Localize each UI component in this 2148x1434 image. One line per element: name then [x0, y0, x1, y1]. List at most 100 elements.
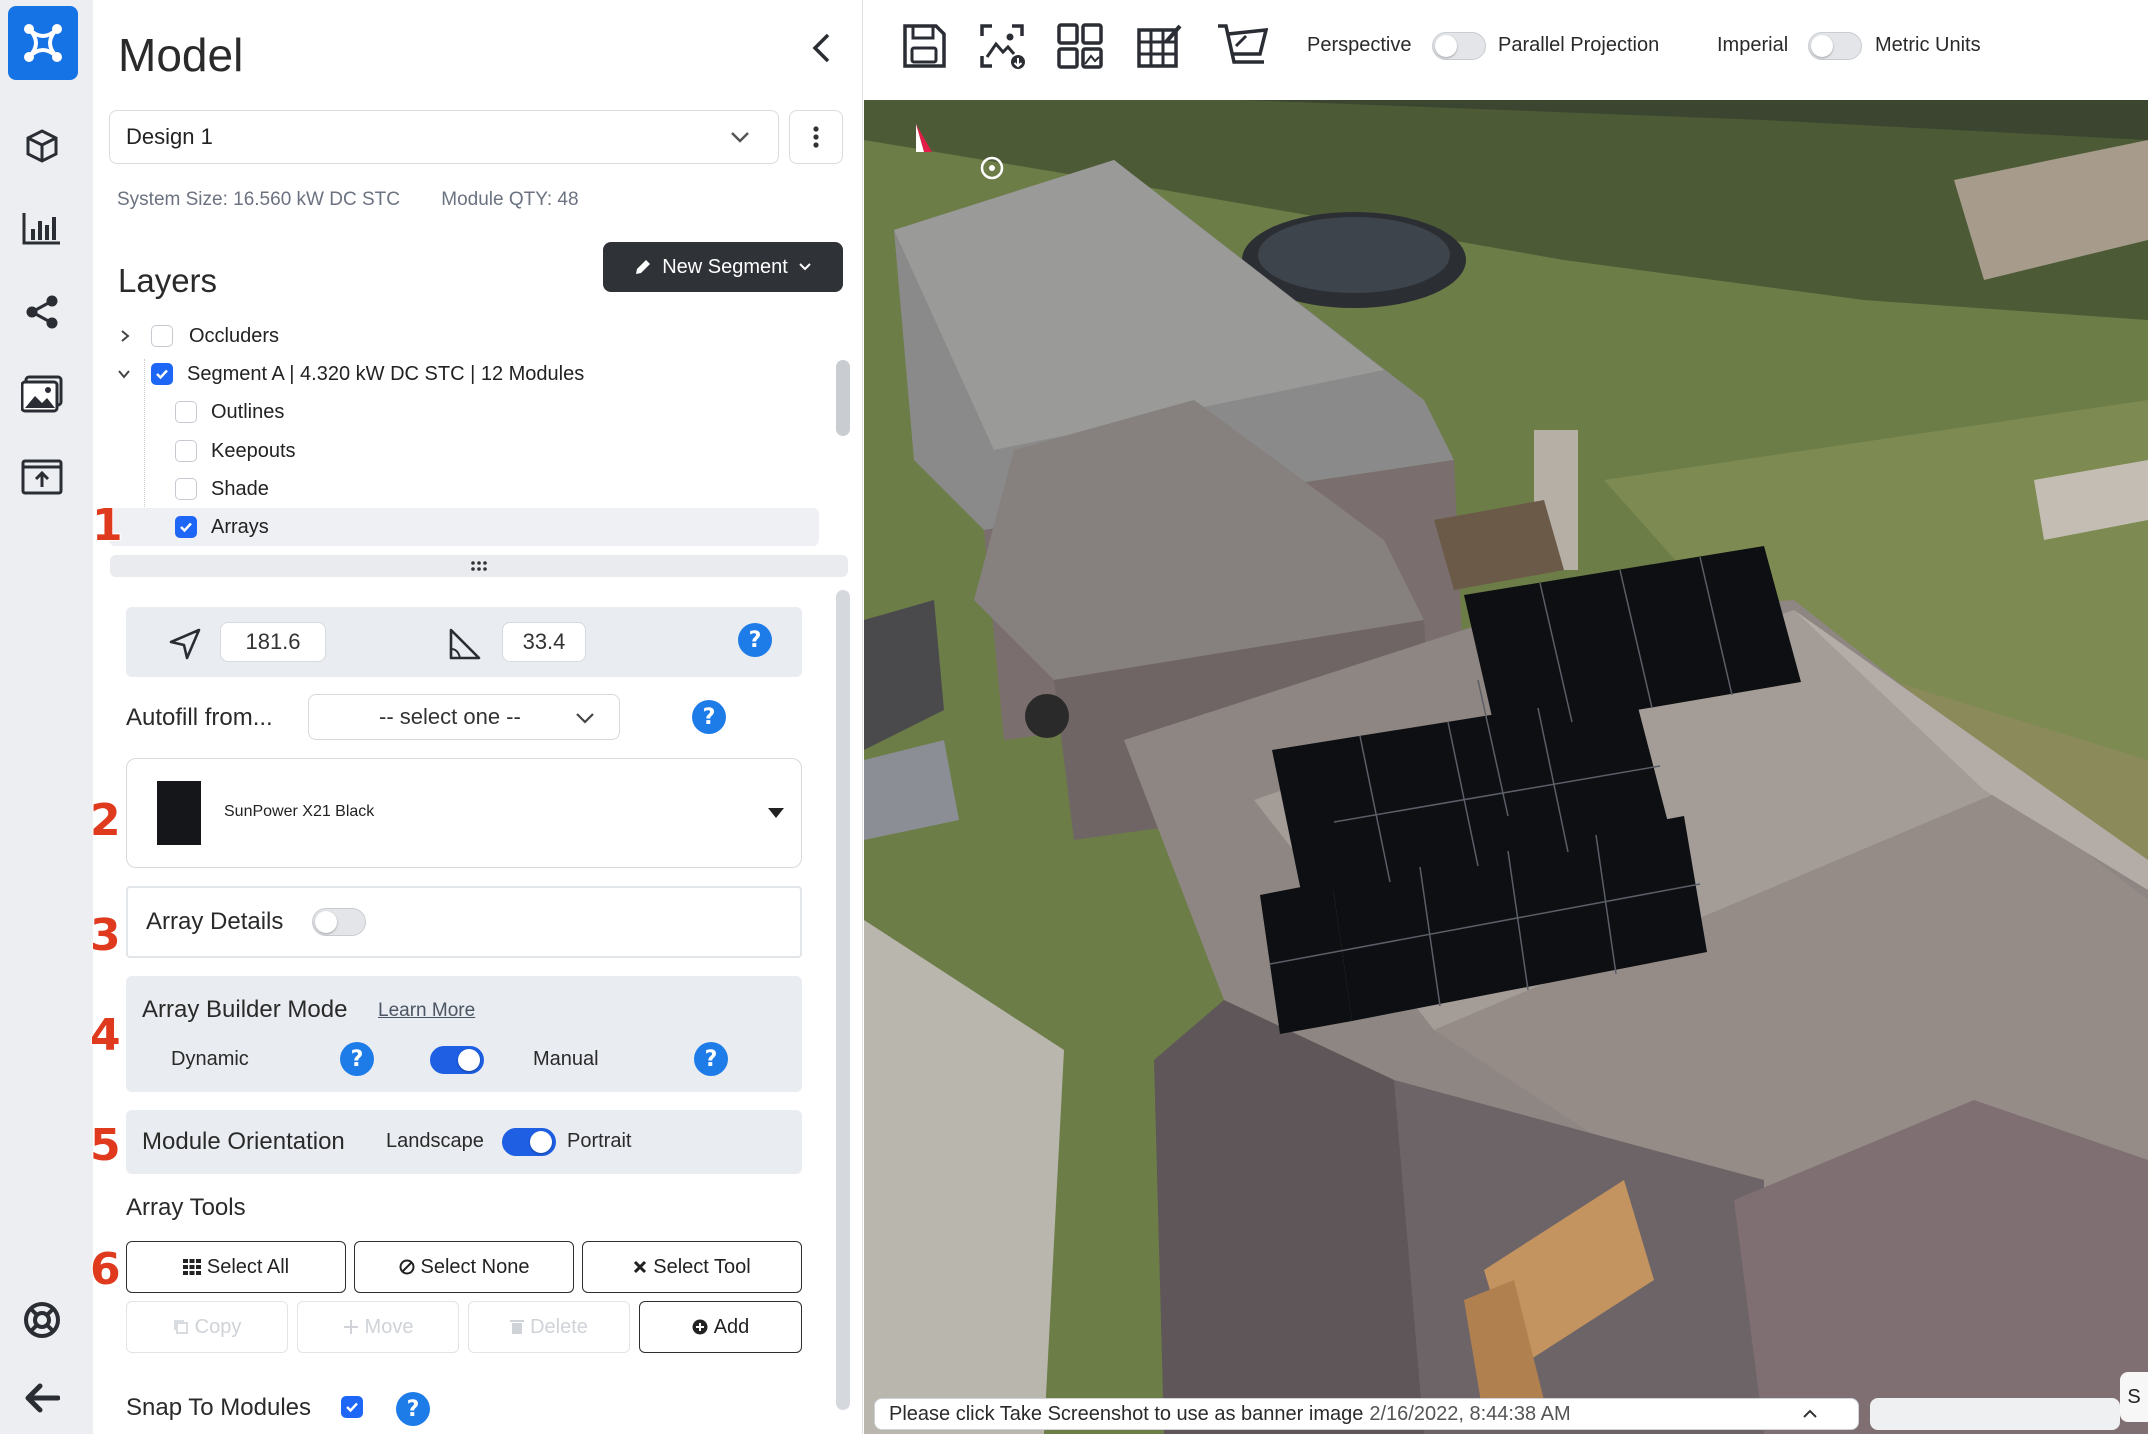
upload-folder-icon[interactable] [18, 452, 66, 500]
design-select-value: Design 1 [126, 124, 213, 149]
cart-icon[interactable] [1216, 22, 1268, 70]
keepouts-checkbox[interactable] [175, 440, 197, 462]
cube-icon[interactable] [18, 122, 66, 170]
arrays-checkbox[interactable] [175, 516, 197, 538]
chevron-up-icon[interactable] [1802, 1409, 1818, 1419]
autofill-select[interactable]: -- select one -- [308, 694, 620, 740]
azimuth-tilt-box: 181.6 33.4 ? [126, 607, 802, 677]
select-none-button[interactable]: Select None [354, 1241, 574, 1293]
grid-edit-icon[interactable] [1136, 22, 1184, 70]
panel-title: Model [118, 29, 244, 81]
help-icon[interactable]: ? [396, 1392, 430, 1426]
select-none-label: Select None [420, 1255, 530, 1278]
add-button[interactable]: Add [639, 1301, 802, 1353]
select-tool-button[interactable]: Select Tool [582, 1241, 802, 1293]
builder-mode-toggle[interactable] [430, 1046, 484, 1074]
side-tab-label: S [2127, 1385, 2141, 1408]
chevron-down-icon [731, 132, 749, 143]
copy-button[interactable]: Copy [126, 1301, 288, 1353]
help-icon[interactable]: ? [692, 700, 726, 734]
outlines-checkbox[interactable] [175, 401, 197, 423]
collapse-panel-button[interactable] [803, 28, 839, 68]
settings-scrollbar[interactable] [836, 590, 850, 1410]
autofill-label: Autofill from... [126, 704, 273, 731]
status-message: Please click Take Screenshot to use as b… [889, 1402, 1364, 1425]
tree-item-keepouts[interactable]: Keepouts [109, 432, 819, 470]
help-icon[interactable]: ? [340, 1042, 374, 1076]
tree-item-arrays[interactable]: Arrays [109, 508, 819, 546]
new-segment-button[interactable]: New Segment [603, 242, 843, 292]
select-tool-label: Select Tool [653, 1255, 751, 1278]
azimuth-input[interactable]: 181.6 [220, 622, 326, 662]
help-icon[interactable]: ? [738, 623, 772, 657]
projection-toggle[interactable] [1432, 32, 1486, 60]
ban-icon [399, 1259, 415, 1275]
occluders-checkbox[interactable] [151, 325, 173, 347]
select-all-button[interactable]: Select All [126, 1241, 346, 1293]
help-icon[interactable]: ? [694, 1042, 728, 1076]
grid-icon [182, 1259, 201, 1275]
tilt-input[interactable]: 33.4 [502, 622, 586, 662]
status-timestamp: 2/16/2022, 8:44:38 AM [1369, 1402, 1571, 1425]
chevron-down-icon[interactable] [117, 368, 131, 380]
logo-icon[interactable] [8, 6, 78, 80]
parallel-projection-label: Parallel Projection [1498, 34, 1660, 56]
share-icon[interactable] [18, 288, 66, 336]
chevron-left-icon [812, 33, 830, 63]
layers-scrollbar[interactable] [836, 360, 850, 436]
kebab-menu-icon [813, 126, 819, 148]
landscape-label: Landscape [386, 1130, 484, 1152]
copy-icon [173, 1320, 188, 1334]
snap-label: Snap To Modules [126, 1394, 312, 1421]
perspective-label: Perspective [1307, 34, 1412, 56]
side-tab[interactable]: S [2120, 1372, 2148, 1422]
tree-item-occluders[interactable]: Occluders [109, 325, 819, 355]
chevron-down-icon [576, 713, 594, 724]
units-toggle[interactable] [1808, 32, 1862, 60]
trash-icon [510, 1320, 525, 1334]
delete-button[interactable]: Delete [468, 1301, 630, 1353]
move-label: Move [364, 1315, 414, 1338]
design-menu-button[interactable] [789, 110, 843, 164]
tree-item-label: Shade [211, 477, 269, 500]
snap-checkbox[interactable] [341, 1396, 363, 1418]
save-icon[interactable] [900, 22, 948, 70]
array-tools-title: Array Tools [126, 1194, 246, 1221]
array-details-card: Array Details [126, 886, 802, 958]
marker-3: 3 [89, 909, 122, 962]
manual-label: Manual [533, 1048, 599, 1070]
learn-more-link[interactable]: Learn More [378, 1000, 475, 1022]
move-button[interactable]: Move [297, 1301, 459, 1353]
marker-6: 6 [89, 1243, 122, 1296]
panel-resize-handle[interactable] [110, 555, 848, 577]
marker-4: 4 [89, 1009, 122, 1062]
module-select[interactable]: SunPower X21 Black [126, 758, 802, 868]
bar-chart-icon[interactable] [18, 204, 66, 252]
arrow-left-icon[interactable] [18, 1374, 66, 1422]
shade-checkbox[interactable] [175, 478, 197, 500]
array-details-toggle[interactable] [312, 908, 366, 936]
aerial-scene-image [864, 100, 2148, 1434]
layout-icon[interactable] [1056, 22, 1104, 70]
top-toolbar: Perspective Parallel Projection Imperial… [864, 0, 2148, 100]
tree-item-segment-a[interactable]: Segment A | 4.320 kW DC STC | 12 Modules [109, 355, 819, 393]
select-all-label: Select All [206, 1255, 290, 1278]
design-select[interactable]: Design 1 [109, 110, 779, 164]
plus-circle-icon [692, 1319, 708, 1335]
3d-viewport[interactable] [864, 100, 2148, 1434]
tree-item-shade[interactable]: Shade [109, 470, 819, 508]
dynamic-label: Dynamic [171, 1048, 249, 1070]
segment-a-checkbox[interactable] [151, 363, 173, 385]
chevron-right-icon[interactable] [119, 329, 131, 343]
lifebuoy-icon[interactable] [18, 1296, 66, 1344]
screenshot-icon[interactable] [978, 22, 1026, 70]
image-icon[interactable] [18, 370, 66, 418]
orientation-toggle[interactable] [502, 1128, 556, 1156]
layers-title: Layers [118, 262, 218, 299]
tree-item-outlines[interactable]: Outlines [109, 393, 819, 431]
metric-units-label: Metric Units [1875, 34, 1981, 56]
system-info: System Size: 16.560 kW DC STC Module QTY… [117, 189, 615, 211]
status-bar: Please click Take Screenshot to use as b… [874, 1398, 1859, 1430]
layers-tree: Occluders Segment A | 4.320 kW DC STC | … [109, 325, 839, 547]
chevron-down-icon [799, 263, 811, 271]
